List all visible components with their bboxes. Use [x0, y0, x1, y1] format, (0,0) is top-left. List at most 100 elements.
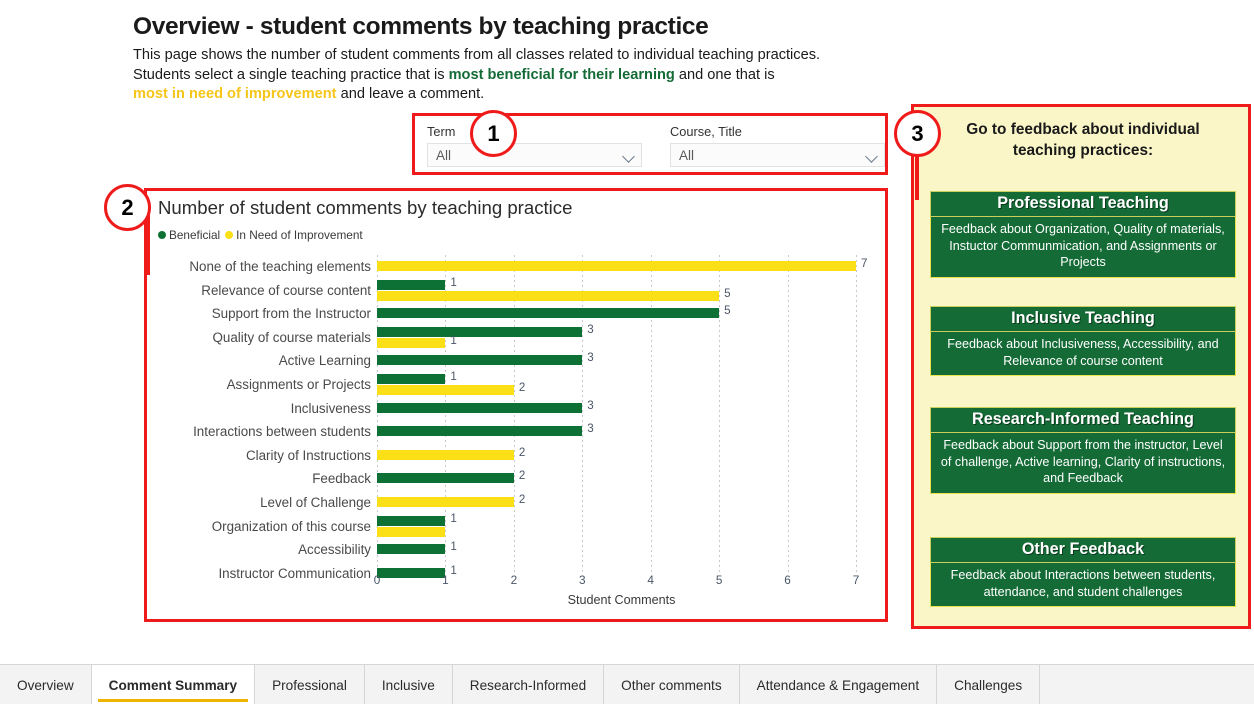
bar-value-label: 1	[450, 333, 457, 347]
chart-bar-group: 3	[377, 397, 866, 421]
tab-research-informed[interactable]: Research-Informed	[453, 665, 605, 704]
chart-bar-green[interactable]: 1	[377, 276, 866, 290]
chart-x-tick-label: 1	[442, 573, 449, 587]
chart-x-axis: Student Comments 0 1 2 3 4 5 6 7	[373, 573, 866, 613]
bar-rect	[377, 290, 720, 301]
chart-bar-group: 3	[377, 420, 866, 444]
bar-rect	[377, 279, 446, 290]
chart-bar-yellow[interactable]: 2	[377, 381, 866, 395]
tab-professional[interactable]: Professional	[255, 665, 365, 704]
tab-other-comments[interactable]: Other comments	[604, 665, 740, 704]
chart-bars-area: 71553131233222111	[377, 255, 867, 585]
chart-bar-green[interactable]: 5	[377, 304, 866, 319]
course-filter-label: Course, Title	[670, 124, 742, 139]
legend-label-improvement: In Need of Improvement	[236, 228, 363, 242]
tab-label: Overview	[17, 677, 74, 693]
tab-label: Inclusive	[381, 677, 435, 693]
bar-rect	[377, 496, 514, 507]
bar-rect	[377, 426, 583, 437]
chart-legend: Beneficial In Need of Improvement	[158, 228, 363, 242]
course-filter: Course, Title All	[670, 124, 885, 167]
chart-x-axis-label: Student Comments	[567, 593, 676, 607]
term-filter: Term All	[427, 124, 642, 167]
bar-rect	[377, 337, 446, 348]
chart-bar-yellow[interactable]: 2	[377, 493, 866, 507]
report-page: Overview - student comments by teaching …	[0, 0, 1254, 704]
tab-overview[interactable]: Overview	[0, 665, 92, 704]
chart-title: Number of student comments by teaching p…	[158, 197, 573, 218]
navigation-panel: Go to feedback about individual teaching…	[911, 104, 1251, 629]
description-line-1: This page shows the number of student co…	[133, 47, 821, 63]
nav-card-title: Research-Informed Teaching	[930, 407, 1236, 433]
bar-value-label: 2	[518, 445, 526, 459]
page-description: This page shows the number of student co…	[133, 46, 893, 105]
chart-x-tick-label: 6	[784, 573, 791, 587]
chart-x-tick-label: 4	[647, 573, 654, 587]
legend-swatch-improvement	[225, 231, 234, 239]
chart-x-tick-label: 3	[579, 573, 586, 587]
tab-inclusive[interactable]: Inclusive	[365, 665, 453, 704]
chart-category-label: Level of Challenge	[260, 494, 371, 510]
chart-bar-green[interactable]: 1	[377, 512, 866, 526]
bar-rect	[377, 326, 583, 337]
chart-x-tick-label: 0	[373, 573, 381, 587]
chart-bar-green[interactable]: 3	[377, 422, 866, 437]
chart-bar-green[interactable]: 1	[377, 370, 866, 384]
chart-category-label: Active Learning	[278, 353, 371, 369]
bar-value-label: 5	[724, 286, 731, 300]
nav-card-body: Feedback about Inclusiveness, Accessibil…	[930, 332, 1236, 376]
description-line-2-a: Students select a single teaching practi…	[133, 66, 449, 83]
chart-category-label: None of the teaching elements	[189, 259, 371, 274]
bar-rect	[377, 402, 583, 413]
chart-bar-group: 12	[377, 370, 866, 397]
bar-value-label: 3	[587, 398, 594, 412]
bar-rect	[377, 261, 856, 271]
chart-bar-yellow[interactable]: 1	[377, 334, 866, 348]
term-select[interactable]: All	[427, 143, 642, 167]
navigation-panel-heading: Go to feedback about individual teaching…	[928, 119, 1238, 161]
chart-bar-yellow[interactable]: 2	[377, 446, 866, 460]
bar-value-label: 3	[587, 322, 594, 336]
nav-card-other-feedback[interactable]: Other Feedback Feedback about Interactio…	[930, 537, 1236, 607]
chart-bar-green[interactable]: 1	[377, 540, 866, 555]
nav-card-inclusive-teaching[interactable]: Inclusive Teaching Feedback about Inclus…	[930, 306, 1236, 376]
nav-card-title: Professional Teaching	[930, 191, 1236, 217]
tab-label: Comment Summary	[108, 677, 238, 693]
chart-bar-green[interactable]: 3	[377, 351, 866, 366]
tab-comment-summary[interactable]: Comment Summary	[91, 665, 256, 704]
navigation-heading-line-2: teaching practices:	[1012, 142, 1154, 159]
chart-category-axis: None of the teaching elements Relevance o…	[158, 255, 377, 585]
legend-item-improvement[interactable]: In Need of Improvement	[225, 228, 363, 242]
nav-card-body: Feedback about Organization, Quality of …	[930, 217, 1236, 278]
callout-marker-1: 1	[470, 110, 517, 157]
course-select[interactable]: All	[670, 143, 885, 167]
chart-x-tick-label: 5	[715, 573, 723, 587]
chart-bar-yellow[interactable]: 7	[377, 257, 867, 271]
chart-bar-yellow[interactable]	[377, 526, 866, 537]
bar-value-label: 3	[587, 351, 594, 365]
legend-swatch-beneficial	[158, 231, 166, 239]
navigation-heading-line-1: Go to feedback about individual	[966, 121, 1200, 138]
nav-card-research-informed-teaching[interactable]: Research-Informed Teaching Feedback abou…	[930, 407, 1236, 494]
tab-attendance-engagement[interactable]: Attendance & Engagement	[740, 665, 938, 704]
chart-category-label: Instructor Communication	[218, 565, 371, 581]
chart-bar-yellow[interactable]: 5	[377, 287, 866, 301]
tab-challenges[interactable]: Challenges	[937, 665, 1041, 704]
chart-category-label: Organization of this course	[211, 518, 371, 534]
bar-rect	[377, 355, 583, 366]
chevron-down-icon	[622, 150, 635, 163]
bar-value-label: 2	[518, 492, 526, 506]
bar-value-label: 2	[518, 380, 526, 394]
description-line-3-b: and leave a comment.	[336, 86, 485, 102]
tab-label: Attendance & Engagement	[756, 677, 920, 693]
nav-card-title: Other Feedback	[930, 537, 1236, 563]
tab-label: Other comments	[621, 677, 722, 693]
chart-bar-group: 31	[377, 322, 866, 350]
chart-bar-group: 1	[377, 512, 866, 539]
chart-bar-green[interactable]: 3	[377, 399, 866, 413]
nav-card-professional-teaching[interactable]: Professional Teaching Feedback about Org…	[930, 191, 1236, 278]
chart-bar-green[interactable]: 2	[377, 469, 866, 484]
legend-item-beneficial[interactable]: Beneficial	[158, 228, 220, 242]
page-header: Overview - student comments by teaching …	[133, 12, 893, 105]
nav-card-title: Inclusive Teaching	[930, 306, 1236, 332]
